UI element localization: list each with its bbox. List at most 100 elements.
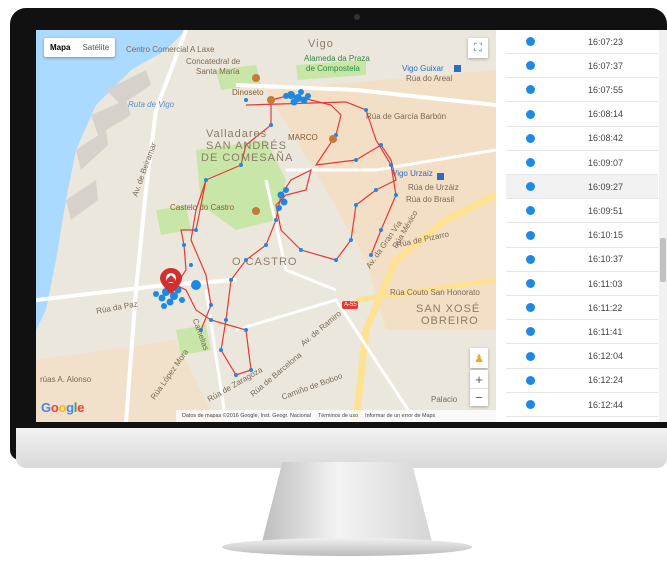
list-item[interactable]: 16:09:51 — [506, 199, 658, 224]
timestamp-list: 16:07:23 16:07:37 16:07:55 16:08:14 16:08:42… — [506, 30, 667, 422]
timestamp: 16:11:22 — [588, 302, 623, 313]
fullscreen-icon[interactable]: ⛶ — [468, 38, 488, 58]
timestamp: 16:09:51 — [588, 205, 624, 216]
location-dot-icon — [526, 279, 535, 288]
google-logo: Google — [41, 400, 85, 415]
port-area — [91, 100, 131, 135]
map-label-poi: de Compostela — [306, 64, 360, 73]
timestamp: 16:12:24 — [588, 375, 624, 386]
church-icon — [252, 74, 260, 82]
map-label-poi: Centro Comercial A Laxe — [126, 45, 215, 54]
map-label-district: SAN XOSÉ — [416, 303, 481, 315]
zoom-in-button[interactable]: + — [470, 370, 488, 388]
map-label-street: Rúa de Urzáiz — [408, 183, 459, 192]
map-label-street: Palacio — [431, 395, 458, 404]
map-label-street: Rúa do Areal — [406, 74, 453, 83]
map-type-map-button[interactable]: Mapa — [44, 38, 76, 57]
map-label-street: Rúa de García Barbón — [366, 112, 447, 121]
timestamp: 16:12:04 — [588, 351, 624, 362]
location-dot-icon — [526, 61, 535, 71]
map-label-district: DE COMESAÑA — [201, 152, 294, 164]
map-label-station: Vigo Guixar — [402, 64, 444, 73]
list-item[interactable]: 16:12:24 — [506, 369, 658, 393]
map[interactable]: Vigo Centro Comercial A Laxe Concatedral… — [36, 30, 496, 422]
location-dot-icon — [526, 182, 535, 192]
list-item[interactable]: 16:10:37 — [506, 248, 658, 272]
timestamp: 16:10:37 — [588, 254, 624, 265]
map-label-district: OBREIRO — [421, 315, 479, 327]
list-item[interactable]: 16:07:37 — [506, 54, 658, 79]
train-station-icon — [437, 173, 444, 180]
map-label-poi: Concatedral de — [186, 57, 241, 66]
map-label-district: Valladares — [206, 128, 268, 140]
map-type-control: Mapa Satélite — [44, 38, 116, 57]
monitor-base — [222, 538, 472, 556]
map-label-poi: Castelo do Castro — [170, 203, 235, 212]
timestamp: 16:11:41 — [588, 326, 623, 337]
list-item[interactable]: 16:07:23 — [506, 30, 658, 54]
map-label-poi: MARCO — [288, 133, 318, 142]
list-item[interactable]: 16:09:07 — [506, 151, 658, 175]
location-dot-icon — [526, 230, 535, 240]
museum-icon — [329, 135, 337, 143]
location-dot-icon — [526, 400, 535, 409]
location-dot-icon — [526, 351, 535, 361]
zoom-control: + − — [470, 370, 488, 406]
timestamp: 16:07:55 — [588, 84, 624, 95]
location-dot-icon — [526, 206, 535, 216]
screen: Vigo Centro Comercial A Laxe Concatedral… — [36, 30, 667, 422]
map-footer: Datos de mapas ©2016 Google, Inst. Geogr… — [176, 410, 496, 422]
location-dot-icon — [526, 327, 535, 337]
map-label-poi: Dinoseto — [232, 88, 264, 97]
location-dot-icon — [526, 133, 535, 143]
map-label-street: rúas A. Alonso — [40, 375, 92, 384]
map-label-poi: Santa María — [196, 67, 240, 76]
pegman-icon[interactable]: ♟ — [470, 348, 488, 368]
map-label-district: O CASTRO — [232, 256, 298, 268]
location-dot-icon — [526, 303, 535, 313]
timestamp: 16:08:14 — [588, 109, 624, 120]
list-item[interactable]: 16:11:41 — [506, 320, 658, 345]
location-dot-icon — [526, 158, 535, 167]
map-data-attribution: Datos de mapas ©2016 Google, Inst. Geogr… — [182, 413, 311, 419]
list-item[interactable]: 16:07:55 — [506, 78, 658, 103]
map-label-street: Rúa Couto San Honorato — [390, 288, 480, 297]
list-item[interactable]: 16:08:42 — [506, 127, 658, 151]
timestamp: 16:09:27 — [588, 181, 624, 192]
list-item[interactable]: 16:11:03 — [506, 272, 658, 296]
report-error-link[interactable]: Informar de un error de Maps — [365, 413, 435, 419]
map-label-poi: Alameda da Praza — [304, 54, 370, 63]
monitor-frame: Vigo Centro Comercial A Laxe Concatedral… — [10, 8, 667, 468]
map-label-district: SAN ANDRÉS — [206, 140, 287, 152]
location-dot-icon — [526, 375, 535, 385]
current-position-dot — [191, 280, 201, 290]
location-dot-icon — [526, 109, 535, 119]
location-dot-icon — [526, 85, 535, 95]
location-dot-icon — [526, 254, 535, 264]
castle-icon — [252, 207, 260, 215]
timestamp: 16:07:23 — [588, 36, 624, 47]
museum-icon — [267, 96, 275, 104]
terms-link[interactable]: Términos de uso — [318, 413, 358, 419]
map-label-highway: A-55 — [344, 302, 357, 308]
map-label-street: Rúa do Brasil — [406, 195, 455, 204]
scrollbar-thumb[interactable] — [660, 238, 666, 282]
map-type-satellite-button[interactable]: Satélite — [76, 38, 115, 57]
map-canvas — [36, 30, 496, 422]
list-item[interactable]: 16:09:27 — [506, 175, 658, 200]
timestamp: 16:08:42 — [588, 133, 624, 144]
location-dot-icon — [526, 37, 535, 46]
camera-icon — [354, 14, 360, 20]
map-label-water: Ruta de Vigo — [128, 100, 175, 109]
timestamp: 16:09:07 — [588, 157, 624, 168]
timestamp: 16:11:03 — [588, 278, 623, 289]
list-item[interactable]: 16:12:44 — [506, 393, 658, 417]
list-item[interactable]: 16:08:14 — [506, 103, 658, 127]
map-label-station: Vigo Urzaiz — [392, 169, 433, 178]
train-station-icon — [454, 65, 461, 72]
list-item[interactable]: 16:12:04 — [506, 345, 658, 369]
list-scrollbar[interactable] — [659, 30, 667, 422]
list-item[interactable]: 16:10:15 — [506, 224, 658, 248]
list-item[interactable]: 16:11:22 — [506, 296, 658, 321]
zoom-out-button[interactable]: − — [470, 388, 488, 406]
